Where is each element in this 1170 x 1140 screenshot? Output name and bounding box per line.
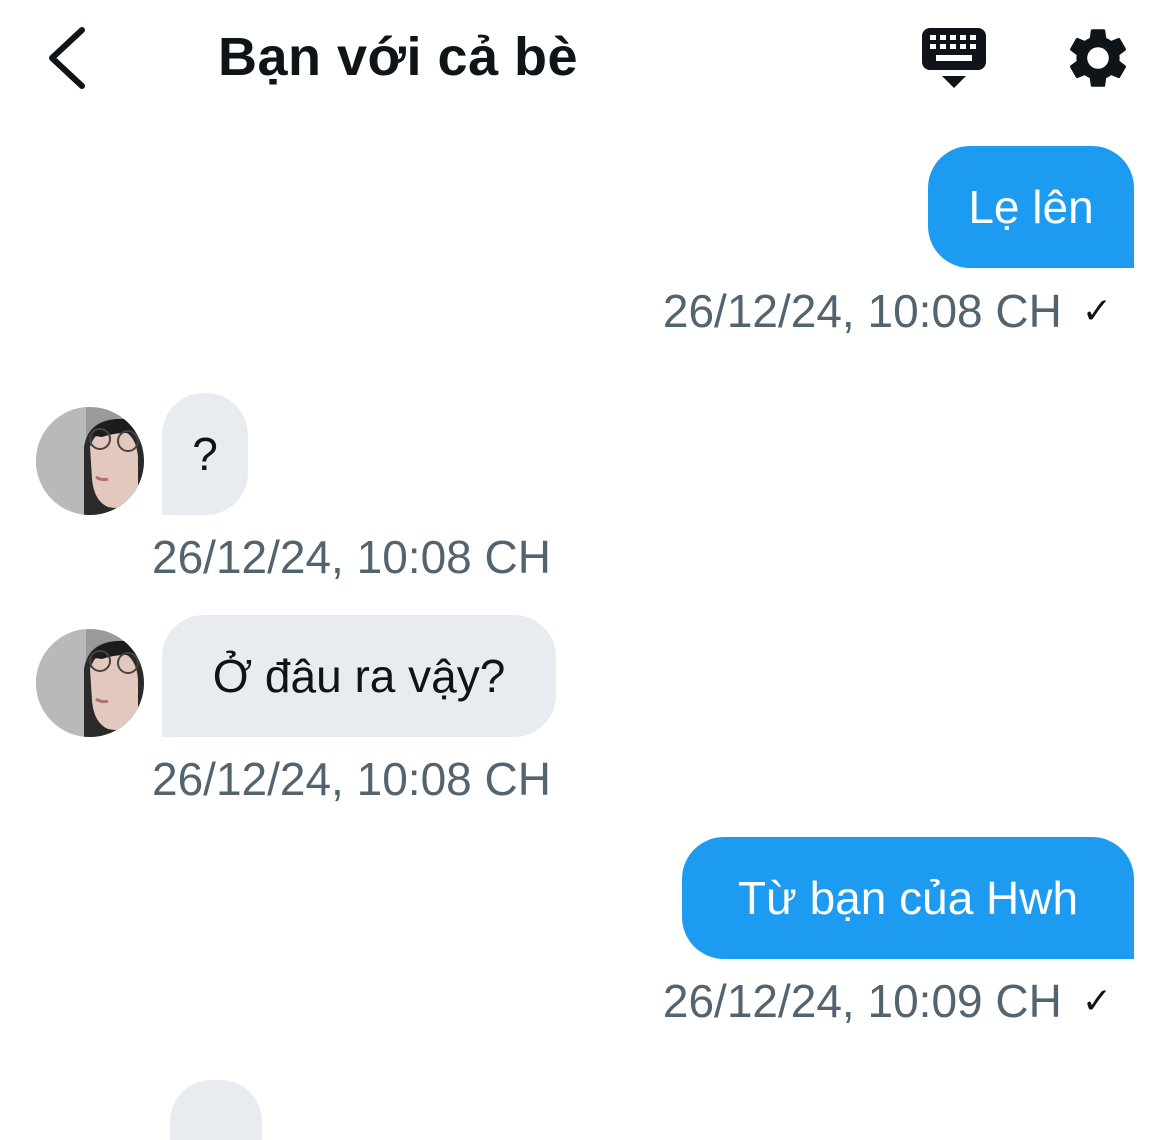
message-timestamp: 26/12/24, 10:08 CH [152, 753, 551, 805]
message-timestamp: 26/12/24, 10:08 CH ✓ [663, 283, 1112, 339]
message-text: Lẹ lên [968, 181, 1094, 233]
message-timestamp: 26/12/24, 10:09 CH ✓ [663, 973, 1112, 1029]
conversation-header: Bạn với cả bè [0, 0, 1170, 115]
message-bubble-outgoing[interactable]: Từ bạn của Hwh [682, 837, 1134, 959]
chevron-left-icon [49, 27, 85, 89]
message-bubble-incoming[interactable]: ? [162, 393, 248, 515]
message-bubble-outgoing[interactable]: Lẹ lên [928, 146, 1134, 268]
sent-check-icon: ✓ [1081, 980, 1112, 1021]
keyboard-toggle-button[interactable] [916, 24, 992, 92]
settings-button[interactable] [1062, 22, 1134, 94]
message-bubble-incoming[interactable]: Ở đâu ra vậy? [162, 615, 556, 737]
message-text: Từ bạn của Hwh [737, 872, 1079, 924]
timestamp-text: 26/12/24, 10:09 CH [662, 975, 1062, 1027]
message-bubble-incoming-partial[interactable] [170, 1080, 262, 1140]
sent-check-icon: ✓ [1081, 290, 1112, 331]
message-text: Ở đâu ra vậy? [212, 650, 506, 702]
message-timestamp: 26/12/24, 10:08 CH [152, 531, 551, 583]
message-text: ? [192, 428, 218, 480]
timestamp-text: 26/12/24, 10:08 CH [662, 285, 1062, 337]
gear-icon [1069, 29, 1127, 87]
back-button[interactable] [40, 22, 100, 92]
conversation-title: Bạn với cả bè [218, 27, 579, 87]
avatar[interactable] [36, 407, 144, 515]
avatar[interactable] [36, 629, 144, 737]
keyboard-icon [922, 28, 986, 88]
